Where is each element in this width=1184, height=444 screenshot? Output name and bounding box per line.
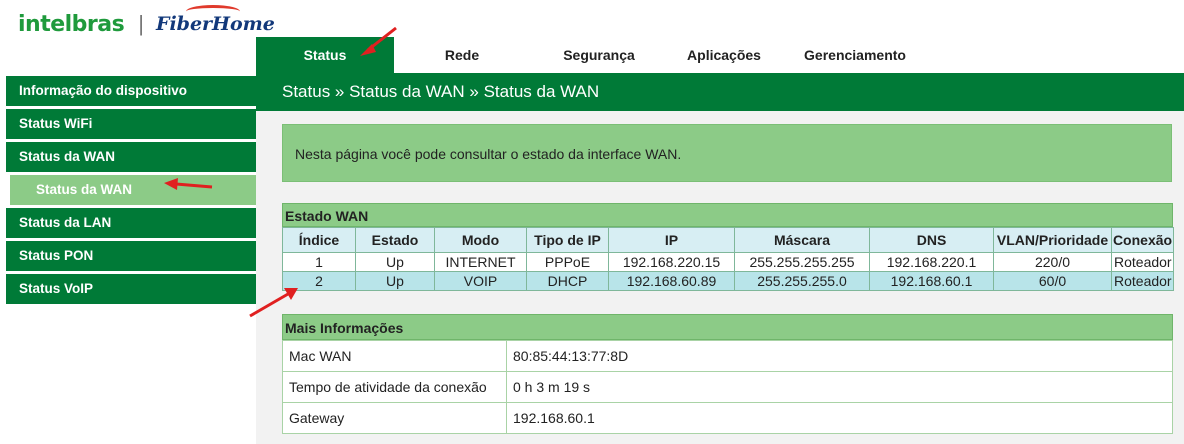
cell-estado: Up <box>355 271 435 291</box>
annotation-arrow-icon <box>164 178 213 190</box>
col-header-conexao: Conexão <box>1111 227 1174 253</box>
col-header-mascara: Máscara <box>734 227 870 253</box>
more-info-section: Mais Informações Mac WAN 80:85:44:13:77:… <box>282 314 1173 434</box>
col-header-vlan: VLAN/Prioridade <box>993 227 1112 253</box>
cell-ip: 192.168.60.89 <box>608 271 735 291</box>
sidebar-subitem-wan-status[interactable]: Status da WAN <box>10 175 256 205</box>
wan-table-header: Índice Estado Modo Tipo de IP IP Máscara… <box>282 227 1174 253</box>
cell-tipo-ip: PPPoE <box>526 252 609 272</box>
wan-section-title: Estado WAN <box>282 203 1173 227</box>
sidebar-item-pon-status[interactable]: Status PON <box>6 241 256 271</box>
more-value-gateway: 192.168.60.1 <box>506 402 1173 434</box>
breadcrumb: Status » Status da WAN » Status da WAN <box>282 82 600 101</box>
table-row: 1 Up INTERNET PPPoE 192.168.220.15 255.2… <box>282 252 1174 272</box>
sidebar-item-wifi-status[interactable]: Status WiFi <box>6 109 256 139</box>
sidebar-item-voip-status[interactable]: Status VoIP <box>6 274 256 304</box>
cell-vlan: 60/0 <box>993 271 1112 291</box>
more-key-mac: Mac WAN <box>282 340 507 372</box>
sidebar-item-device-info[interactable]: Informação do dispositivo <box>6 76 256 106</box>
cell-modo: INTERNET <box>434 252 527 272</box>
cell-conexao: Roteador <box>1111 252 1174 272</box>
col-header-tipo-ip: Tipo de IP <box>526 227 609 253</box>
sidebar-item-wan-status[interactable]: Status da WAN <box>6 142 256 172</box>
col-header-estado: Estado <box>355 227 435 253</box>
col-header-indice: Índice <box>282 227 356 253</box>
brand-logo: intelbras | FiberHome <box>18 5 275 42</box>
annotation-arrow-icon <box>360 26 397 56</box>
col-header-dns: DNS <box>869 227 994 253</box>
cell-dns: 192.168.220.1 <box>869 252 994 272</box>
more-info-table: Mac WAN 80:85:44:13:77:8D Tempo de ativi… <box>282 340 1173 434</box>
more-value-uptime: 0 h 3 m 19 s <box>506 371 1173 403</box>
table-row: Mac WAN 80:85:44:13:77:8D <box>282 340 1173 372</box>
cell-conexao: Roteador <box>1111 271 1174 291</box>
cell-ip: 192.168.220.15 <box>608 252 735 272</box>
more-key-gateway: Gateway <box>282 402 507 434</box>
cell-tipo-ip: DHCP <box>526 271 609 291</box>
more-info-title: Mais Informações <box>282 314 1173 340</box>
info-box: Nesta página você pode consultar o estad… <box>282 124 1172 182</box>
col-header-modo: Modo <box>434 227 527 253</box>
tab-aplicacoes[interactable]: Aplicações <box>668 37 780 73</box>
more-key-uptime: Tempo de atividade da conexão <box>282 371 507 403</box>
tab-gerenciamento[interactable]: Gerenciamento <box>780 37 930 73</box>
cell-mascara: 255.255.255.0 <box>734 271 870 291</box>
cell-mascara: 255.255.255.255 <box>734 252 870 272</box>
sidebar-item-lan-status[interactable]: Status da LAN <box>6 208 256 238</box>
sidebar: Informação do dispositivo Status WiFi St… <box>6 76 256 307</box>
annotation-arrow-icon <box>249 288 298 318</box>
col-header-ip: IP <box>608 227 735 253</box>
wan-status-section: Estado WAN Índice Estado Modo Tipo de IP… <box>282 203 1174 291</box>
logo-separator: | <box>138 11 144 36</box>
cell-indice: 1 <box>282 252 356 272</box>
table-row: 2 Up VOIP DHCP 192.168.60.89 255.255.255… <box>282 271 1174 291</box>
cell-vlan: 220/0 <box>993 252 1112 272</box>
tab-rede[interactable]: Rede <box>394 37 530 73</box>
table-row: Tempo de atividade da conexão 0 h 3 m 19… <box>282 371 1173 403</box>
cell-modo: VOIP <box>434 271 527 291</box>
cell-dns: 192.168.60.1 <box>869 271 994 291</box>
more-value-mac: 80:85:44:13:77:8D <box>506 340 1173 372</box>
wan-table: Índice Estado Modo Tipo de IP IP Máscara… <box>282 227 1174 291</box>
intelbras-logo: intelbras <box>18 11 125 37</box>
cell-estado: Up <box>355 252 435 272</box>
tab-seguranca[interactable]: Segurança <box>530 37 668 73</box>
info-text: Nesta página você pode consultar o estad… <box>295 146 682 162</box>
fiberhome-logo: FiberHome <box>156 5 275 35</box>
table-row: Gateway 192.168.60.1 <box>282 402 1173 434</box>
